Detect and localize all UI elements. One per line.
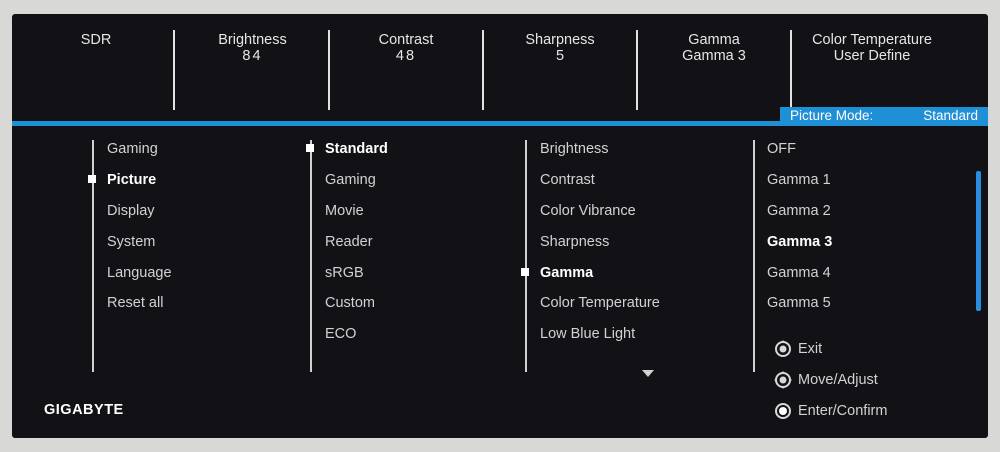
status-brightness: Brightness 84 [175,32,330,112]
scrollbar[interactable] [976,171,981,311]
picture-mode-srgb[interactable]: sRGB [325,264,364,282]
setting-contrast[interactable]: Contrast [540,171,595,189]
status-value: 5 [555,48,565,64]
picture-mode-gaming[interactable]: Gaming [325,171,376,189]
status-label: Gamma [688,32,740,48]
main-menu-item-gaming[interactable]: Gaming [107,140,158,158]
selection-bullet [88,175,96,183]
setting-brightness[interactable]: Brightness [540,140,609,158]
gamma-option-1[interactable]: Gamma 1 [767,171,831,189]
status-sdr: SDR [12,32,180,112]
hint-label: Enter/Confirm [798,403,888,419]
status-label: Color Temperature [812,32,932,48]
hint-label: Exit [798,341,823,357]
status-value: 48 [395,48,417,64]
joystick-button-icon [774,371,792,389]
status-label: Brightness [218,32,287,48]
gamma-option-2[interactable]: Gamma 2 [767,202,831,220]
gamma-option-4[interactable]: Gamma 4 [767,264,831,282]
gamma-option-3[interactable]: Gamma 3 [767,233,832,251]
setting-color-temperature[interactable]: Color Temperature [540,294,660,312]
setting-sharpness[interactable]: Sharpness [540,233,609,251]
main-menu-item-language[interactable]: Language [107,264,172,282]
column-divider [525,140,527,372]
status-label: Contrast [378,32,434,48]
gamma-option-5[interactable]: Gamma 5 [767,294,831,312]
status-value: User Define [833,48,911,64]
main-menu-item-reset-all[interactable]: Reset all [107,294,163,312]
gamma-option-off[interactable]: OFF [767,140,796,158]
joystick-button-icon [775,403,791,419]
hint-label: Move/Adjust [798,372,878,388]
status-contrast: Contrast 48 [330,32,482,112]
status-value: Gamma 3 [682,48,746,64]
triangle-down-icon[interactable] [642,370,654,377]
status-label: SDR [80,32,112,48]
picture-mode-standard[interactable]: Standard [325,140,388,158]
setting-low-blue-light[interactable]: Low Blue Light [540,325,635,343]
picture-mode-eco[interactable]: ECO [325,325,356,343]
column-divider [753,140,755,372]
picture-mode-movie[interactable]: Movie [325,202,364,220]
osd-menu: SDR Brightness 84 Contrast 48 Sharpness … [12,14,988,438]
status-value: 84 [242,48,263,64]
status-gamma: Gamma Gamma 3 [638,32,790,112]
setting-gamma[interactable]: Gamma [540,264,593,282]
selection-bullet [306,144,314,152]
main-menu-item-display[interactable]: Display [107,202,155,220]
selection-bullet [521,268,529,276]
picture-mode-reader[interactable]: Reader [325,233,373,251]
setting-color-vibrance[interactable]: Color Vibrance [540,202,636,220]
brand-logo: GIGABYTE [44,402,124,418]
picture-mode-custom[interactable]: Custom [325,294,375,312]
column-divider [310,140,312,372]
status-sharpness: Sharpness 5 [484,32,636,112]
main-menu-item-system[interactable]: System [107,233,155,251]
header-separator [12,121,988,126]
status-label: Sharpness [525,32,595,48]
joystick-button-icon [775,340,791,357]
main-menu-item-picture[interactable]: Picture [107,171,156,189]
status-color-temperature: Color Temperature User Define [792,32,952,112]
